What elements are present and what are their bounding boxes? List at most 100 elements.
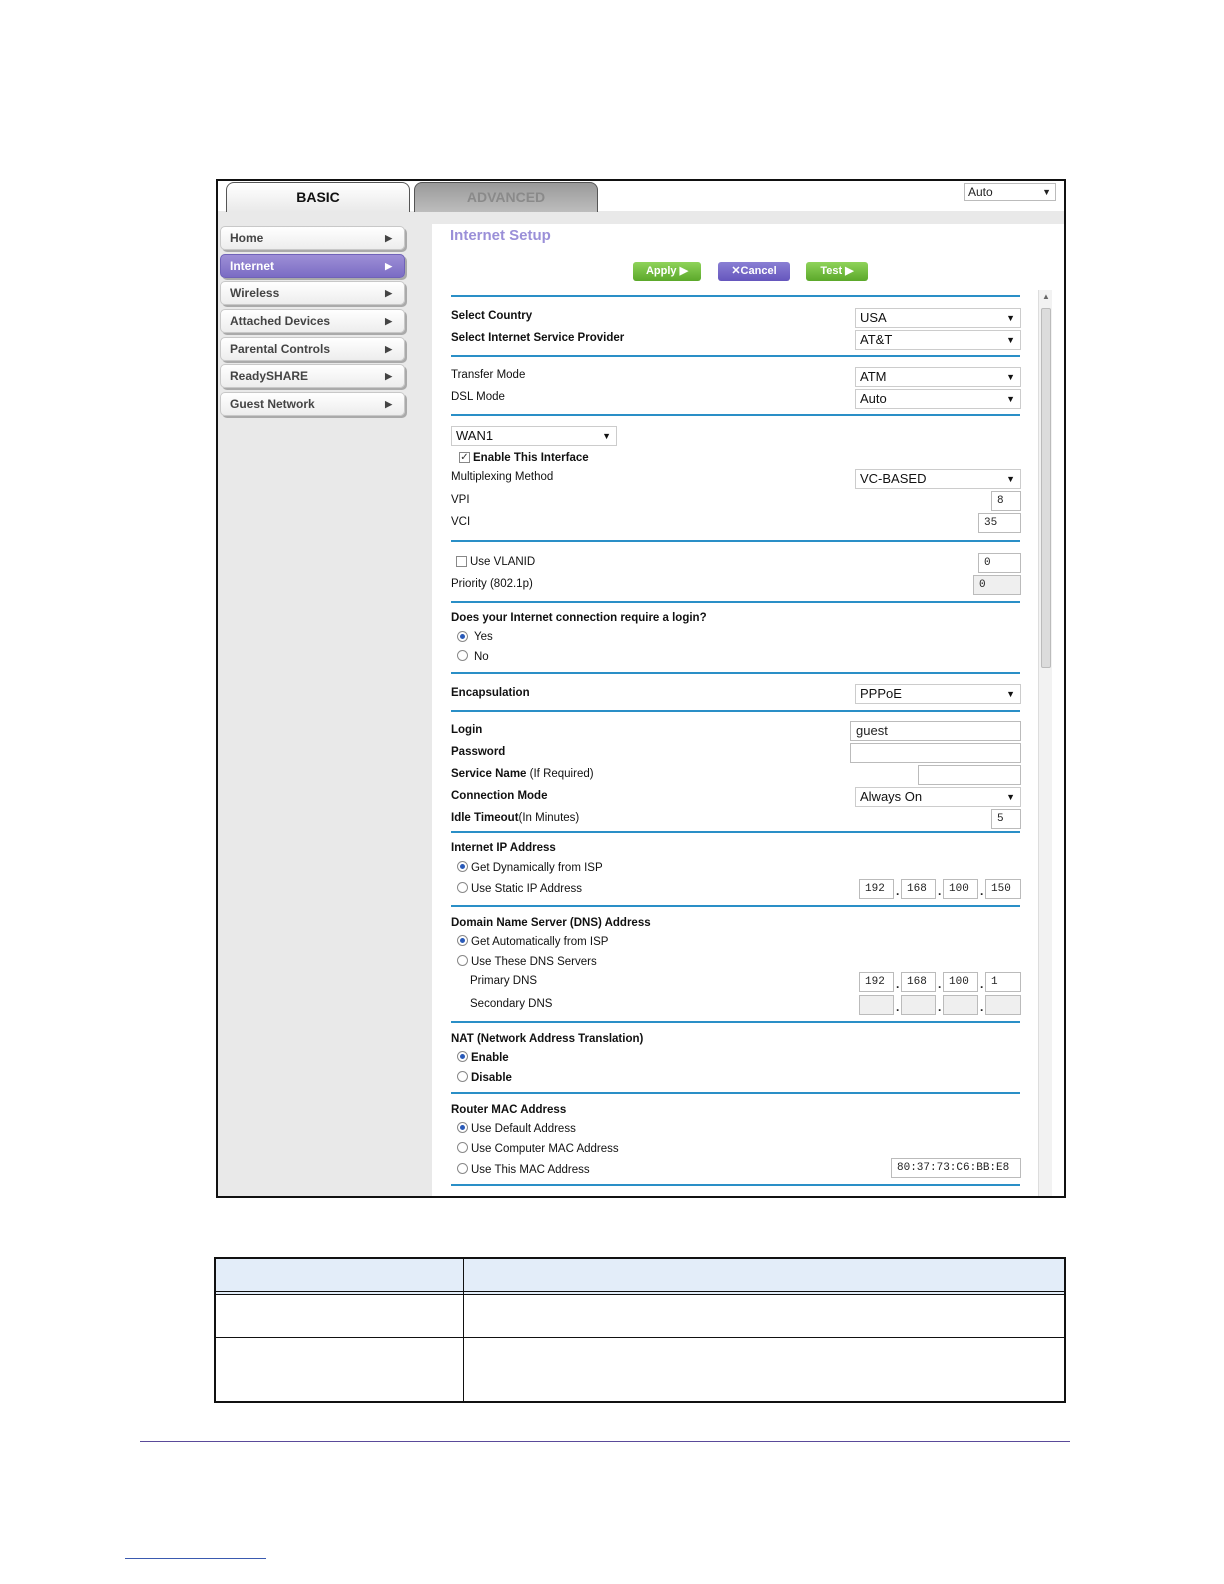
transfer-mode-select[interactable]: ATM ▼ <box>855 367 1021 387</box>
mac-custom-label: Use This MAC Address <box>471 1164 590 1176</box>
login-no-radio[interactable] <box>457 650 468 661</box>
top-bar: BASIC ADVANCED Auto ▼ <box>218 181 1064 212</box>
mac-label: Router MAC Address <box>451 1104 567 1116</box>
secondary-dns-octet-input[interactable] <box>901 995 936 1015</box>
primary-dns-octet-input[interactable]: 192 <box>859 972 894 992</box>
connection-mode-select[interactable]: Always On ▼ <box>855 787 1021 807</box>
sidebar-item-label: Home <box>230 231 264 245</box>
service-name-input[interactable] <box>918 765 1021 785</box>
password-input[interactable] <box>850 743 1021 763</box>
tab-advanced[interactable]: ADVANCED <box>414 182 598 212</box>
ip-separator: . <box>938 884 942 898</box>
transfer-mode-value: ATM <box>860 369 887 384</box>
login-input[interactable]: guest <box>850 721 1021 741</box>
arrow-right-icon: ▶ <box>385 288 392 299</box>
primary-dns-label: Primary DNS <box>470 975 538 987</box>
nat-disable-label: Disable <box>471 1072 512 1084</box>
dsl-mode-select[interactable]: Auto ▼ <box>855 389 1021 409</box>
ip-separator: . <box>896 884 900 898</box>
dns-auto-radio[interactable] <box>457 935 468 946</box>
nat-disable-radio[interactable] <box>457 1071 468 1082</box>
language-select[interactable]: Auto ▼ <box>964 183 1056 201</box>
login-yes-radio[interactable] <box>457 631 468 642</box>
encapsulation-value: PPPoE <box>860 686 902 701</box>
mac-computer-label: Use Computer MAC Address <box>471 1143 619 1155</box>
ip-octet-input[interactable]: 100 <box>943 879 978 899</box>
secondary-dns-octet-input[interactable] <box>943 995 978 1015</box>
divider <box>451 355 1020 357</box>
sidebar-item-label: Internet <box>230 258 275 273</box>
ip-octet-input[interactable]: 192 <box>859 879 894 899</box>
ip-static-radio[interactable] <box>457 882 468 893</box>
sidebar-item-wireless[interactable]: Wireless ▶ <box>220 281 405 306</box>
arrow-right-icon: ▶ <box>385 399 392 410</box>
idle-timeout-label-main: Idle Timeout <box>451 812 519 824</box>
ip-octet-input[interactable]: 150 <box>985 879 1021 899</box>
vlan-input[interactable]: 0 <box>978 553 1021 573</box>
wan-value: WAN1 <box>456 428 494 443</box>
dns-manual-radio[interactable] <box>457 955 468 966</box>
sidebar: Home ▶ Internet ▶ Wireless ▶ Attached Devic… <box>220 226 405 420</box>
ip-separator: . <box>980 1000 984 1014</box>
login-label: Login <box>451 724 483 736</box>
priority-input[interactable]: 0 <box>973 575 1021 595</box>
vpi-input[interactable]: 8 <box>991 491 1021 511</box>
encapsulation-select[interactable]: PPPoE ▼ <box>855 684 1021 704</box>
apply-button[interactable]: Apply ▶ <box>633 262 701 281</box>
country-select[interactable]: USA ▼ <box>855 308 1021 328</box>
cancel-button[interactable]: ✕Cancel <box>718 262 790 281</box>
column-divider <box>463 1259 464 1401</box>
ip-static-label: Use Static IP Address <box>471 883 583 895</box>
encapsulation-label: Encapsulation <box>451 687 530 699</box>
idle-timeout-label: Idle Timeout(In Minutes) <box>451 812 579 824</box>
scroll-up-icon[interactable]: ▲ <box>1042 292 1050 301</box>
tab-basic[interactable]: BASIC <box>226 182 410 212</box>
sidebar-item-parental-controls[interactable]: Parental Controls ▶ <box>220 336 405 361</box>
idle-timeout-input[interactable]: 5 <box>991 809 1021 829</box>
nat-enable-radio[interactable] <box>457 1051 468 1062</box>
chevron-down-icon: ▼ <box>1006 335 1015 345</box>
login-yes-label: Yes <box>474 631 493 643</box>
primary-dns-octet-input[interactable]: 168 <box>901 972 936 992</box>
sidebar-item-internet[interactable]: Internet ▶ <box>220 253 405 278</box>
mac-address-input[interactable]: 80:37:73:C6:BB:E8 <box>891 1158 1021 1178</box>
scrollbar-thumb[interactable] <box>1041 308 1051 668</box>
isp-value: AT&T <box>860 332 893 347</box>
enable-interface-checkbox[interactable]: ✓ <box>459 452 470 463</box>
multiplexing-select[interactable]: VC-BASED ▼ <box>855 469 1021 489</box>
login-no-label: No <box>474 651 489 663</box>
ip-separator: . <box>980 884 984 898</box>
mac-computer-radio[interactable] <box>457 1142 468 1153</box>
mac-default-radio[interactable] <box>457 1122 468 1133</box>
secondary-dns-label: Secondary DNS <box>470 998 553 1010</box>
sidebar-item-attached-devices[interactable]: Attached Devices ▶ <box>220 309 405 334</box>
vci-label: VCI <box>451 516 471 528</box>
wan-select[interactable]: WAN1 ▼ <box>451 426 617 446</box>
test-button[interactable]: Test ▶ <box>806 262 868 281</box>
secondary-dns-octet-input[interactable] <box>985 995 1021 1015</box>
mac-custom-radio[interactable] <box>457 1163 468 1174</box>
chevron-down-icon: ▼ <box>1006 689 1015 699</box>
ip-octet-input[interactable]: 168 <box>901 879 936 899</box>
primary-dns-octet-input[interactable]: 1 <box>985 972 1021 992</box>
primary-dns-octet-input[interactable]: 100 <box>943 972 978 992</box>
secondary-dns-octet-input[interactable] <box>859 995 894 1015</box>
vci-input[interactable]: 35 <box>978 513 1021 533</box>
divider <box>451 540 1020 542</box>
sidebar-item-home[interactable]: Home ▶ <box>220 226 405 250</box>
footer-link-underline <box>125 1558 266 1559</box>
router-window: BASIC ADVANCED Auto ▼ Home ▶ Internet ▶ Wir… <box>216 179 1066 1198</box>
service-name-label-main: Service Name <box>451 768 527 780</box>
vlan-checkbox[interactable] <box>456 556 467 567</box>
divider <box>451 601 1020 603</box>
nat-label: NAT (Network Address Translation) <box>451 1033 644 1045</box>
priority-label: Priority (802.1p) <box>451 578 533 590</box>
ip-dynamic-radio[interactable] <box>457 861 468 872</box>
sidebar-item-guest-network[interactable]: Guest Network ▶ <box>220 392 405 417</box>
vlan-label: Use VLANID <box>470 556 536 568</box>
settings-table <box>214 1257 1066 1403</box>
sidebar-item-readyshare[interactable]: ReadySHARE ▶ <box>220 364 405 389</box>
multiplexing-value: VC-BASED <box>860 471 927 486</box>
scrollbar[interactable]: ▲ <box>1038 290 1052 1196</box>
isp-select[interactable]: AT&T ▼ <box>855 330 1021 350</box>
